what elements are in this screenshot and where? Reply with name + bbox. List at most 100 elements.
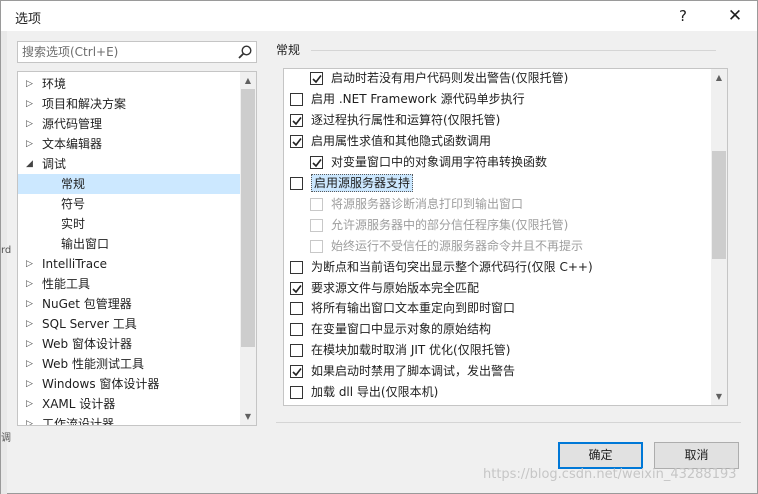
tree-item-label: 源代码管理: [42, 117, 103, 131]
checkbox-unchecked[interactable]: [290, 261, 303, 274]
scroll-up-icon[interactable]: ▲: [711, 69, 727, 86]
tree-item-label: IntelliTrace: [42, 257, 108, 271]
collapsed-arrow-icon[interactable]: ▷: [26, 74, 38, 94]
title-bar[interactable]: 选项 ? ✕: [1, 1, 757, 31]
tree-item-label: 项目和解决方案: [42, 97, 127, 111]
option-row[interactable]: 加载 dll 导出(仅限本机): [290, 383, 704, 401]
scroll-down-icon[interactable]: ▼: [711, 388, 727, 405]
tree-item-label: 工作流设计器: [42, 417, 115, 426]
tree-scroll-thumb[interactable]: [241, 89, 255, 347]
collapsed-arrow-icon[interactable]: ▷: [26, 134, 38, 154]
option-row[interactable]: 在模块加载时取消 JIT 优化(仅限托管): [290, 341, 704, 359]
check-icon: [292, 138, 302, 147]
close-button[interactable]: ✕: [713, 1, 757, 31]
tree-item[interactable]: ▷ 环境: [18, 74, 240, 94]
tree-scrollbar[interactable]: ▲ ▼: [240, 72, 256, 425]
collapsed-arrow-icon[interactable]: ▷: [26, 274, 38, 294]
tree-item[interactable]: ▷ Web 性能测试工具: [18, 354, 240, 374]
check-icon: [312, 75, 322, 84]
help-button[interactable]: ?: [663, 1, 703, 31]
tree-item-label: SQL Server 工具: [42, 317, 137, 331]
option-row[interactable]: 为断点和当前语句突出显示整个源代码行(仅限 C++): [290, 258, 704, 276]
checkbox-checked[interactable]: [290, 282, 303, 295]
options-scrollbar[interactable]: ▲ ▼: [711, 69, 727, 405]
cancel-button[interactable]: 取消: [654, 442, 739, 469]
option-row[interactable]: 如果启动时禁用了脚本调试，发出警告: [290, 362, 704, 380]
search-box[interactable]: [17, 41, 257, 63]
tree-item-label: Web 性能测试工具: [42, 357, 144, 371]
checkbox-checked[interactable]: [290, 114, 303, 127]
tree-item-label: 环境: [42, 77, 67, 91]
search-icon[interactable]: [237, 44, 253, 60]
tree-item[interactable]: ▷ Web 窗体设计器: [18, 334, 240, 354]
checkbox-checked[interactable]: [290, 135, 303, 148]
options-tree[interactable]: ▲ ▼ ▷ 环境 ▷ 项目和解决方案 ▷ 源代码管理 ▷ 文本编辑器 ◢ 调试常规符号 实时 输出窗口…: [17, 71, 257, 426]
options-list[interactable]: ▲ ▼ 启动时若没有用户代码则发出警告(仅限托管) 启用 .NET Framewo…: [283, 68, 728, 406]
tree-item[interactable]: ▷ 源代码管理: [18, 114, 240, 134]
collapsed-arrow-icon[interactable]: ▷: [26, 114, 38, 134]
option-row[interactable]: 要求源文件与原始版本完全匹配: [290, 279, 704, 297]
edge-fragment-text: 调: [1, 433, 11, 444]
option-label: 将所有输出窗口文本重定向到即时窗口: [311, 301, 516, 315]
tree-item[interactable]: ▷ 性能工具: [18, 274, 240, 294]
checkbox-unchecked[interactable]: [290, 302, 303, 315]
tree-item[interactable]: 输出窗口: [18, 234, 240, 254]
tree-item[interactable]: ▷ 项目和解决方案: [18, 94, 240, 114]
checkbox-checked[interactable]: [290, 365, 303, 378]
tree-item-label: 文本编辑器: [42, 137, 103, 151]
option-row[interactable]: 启用源服务器支持: [290, 174, 704, 192]
checkbox-unchecked: [310, 240, 323, 253]
option-row[interactable]: 启用 .NET Framework 源代码单步执行: [290, 90, 704, 108]
tree-item[interactable]: ▷ IntelliTrace: [18, 254, 240, 274]
tree-item[interactable]: ▷ XAML 设计器: [18, 394, 240, 414]
tree-item[interactable]: ▷ 工作流设计器: [18, 414, 240, 426]
scroll-down-icon[interactable]: ▼: [240, 408, 256, 425]
ok-button[interactable]: 确定: [558, 442, 643, 469]
tree-item-label: XAML 设计器: [42, 397, 116, 411]
collapsed-arrow-icon[interactable]: ▷: [26, 394, 38, 414]
tree-item-label: 调试: [42, 157, 67, 171]
option-label: 启用 .NET Framework 源代码单步执行: [311, 92, 525, 106]
collapsed-arrow-icon[interactable]: ▷: [26, 414, 38, 425]
checkbox-checked[interactable]: [310, 72, 323, 85]
tree-item[interactable]: ▷ 文本编辑器: [18, 134, 240, 154]
expanded-arrow-icon[interactable]: ◢: [26, 154, 38, 174]
tree-item[interactable]: ▷ Windows 窗体设计器: [18, 374, 240, 394]
scroll-up-icon[interactable]: ▲: [240, 72, 256, 89]
tree-item[interactable]: ▷ NuGet 包管理器: [18, 294, 240, 314]
option-label: 逐过程执行属性和运算符(仅限托管): [311, 113, 501, 127]
option-row[interactable]: 逐过程执行属性和运算符(仅限托管): [290, 111, 704, 129]
checkbox-unchecked[interactable]: [290, 323, 303, 336]
checkbox-checked[interactable]: [310, 156, 323, 169]
collapsed-arrow-icon[interactable]: ▷: [26, 254, 38, 274]
checkbox-unchecked[interactable]: [290, 386, 303, 399]
option-row[interactable]: 在变量窗口中显示对象的原始结构: [290, 320, 704, 338]
collapsed-arrow-icon[interactable]: ▷: [26, 374, 38, 394]
options-scroll-thumb[interactable]: [712, 151, 726, 259]
collapsed-arrow-icon[interactable]: ▷: [26, 334, 38, 354]
checkbox-unchecked[interactable]: [290, 93, 303, 106]
collapsed-arrow-icon[interactable]: ▷: [26, 354, 38, 374]
search-input[interactable]: [18, 42, 228, 62]
option-row[interactable]: 将所有输出窗口文本重定向到即时窗口: [290, 299, 704, 317]
tree-item-label: 常规: [61, 177, 86, 191]
tree-item[interactable]: 实时: [18, 214, 240, 234]
collapsed-arrow-icon[interactable]: ▷: [26, 94, 38, 114]
option-row[interactable]: 对变量窗口中的对象调用字符串转换函数: [310, 153, 704, 171]
section-title: 常规: [276, 43, 301, 57]
tree-item-label: Windows 窗体设计器: [42, 377, 160, 391]
option-row: 将源服务器诊断消息打印到输出窗口: [310, 195, 704, 213]
option-row[interactable]: 启动时若没有用户代码则发出警告(仅限托管): [310, 69, 704, 87]
option-label: 启用属性求值和其他隐式函数调用: [311, 134, 492, 148]
tree-item[interactable]: 符号: [18, 194, 240, 214]
collapsed-arrow-icon[interactable]: ▷: [26, 294, 38, 314]
tree-item[interactable]: ▷ SQL Server 工具: [18, 314, 240, 334]
tree-item[interactable]: 常规: [18, 174, 240, 194]
checkbox-unchecked[interactable]: [290, 344, 303, 357]
tree-item[interactable]: ◢ 调试: [18, 154, 240, 174]
option-row[interactable]: 启用属性求值和其他隐式函数调用: [290, 132, 704, 150]
option-row: 始终运行不受信任的源服务器命令并且不再提示: [310, 237, 704, 255]
collapsed-arrow-icon[interactable]: ▷: [26, 314, 38, 334]
option-label: 启用源服务器支持: [311, 174, 414, 192]
checkbox-unchecked[interactable]: [290, 177, 303, 190]
